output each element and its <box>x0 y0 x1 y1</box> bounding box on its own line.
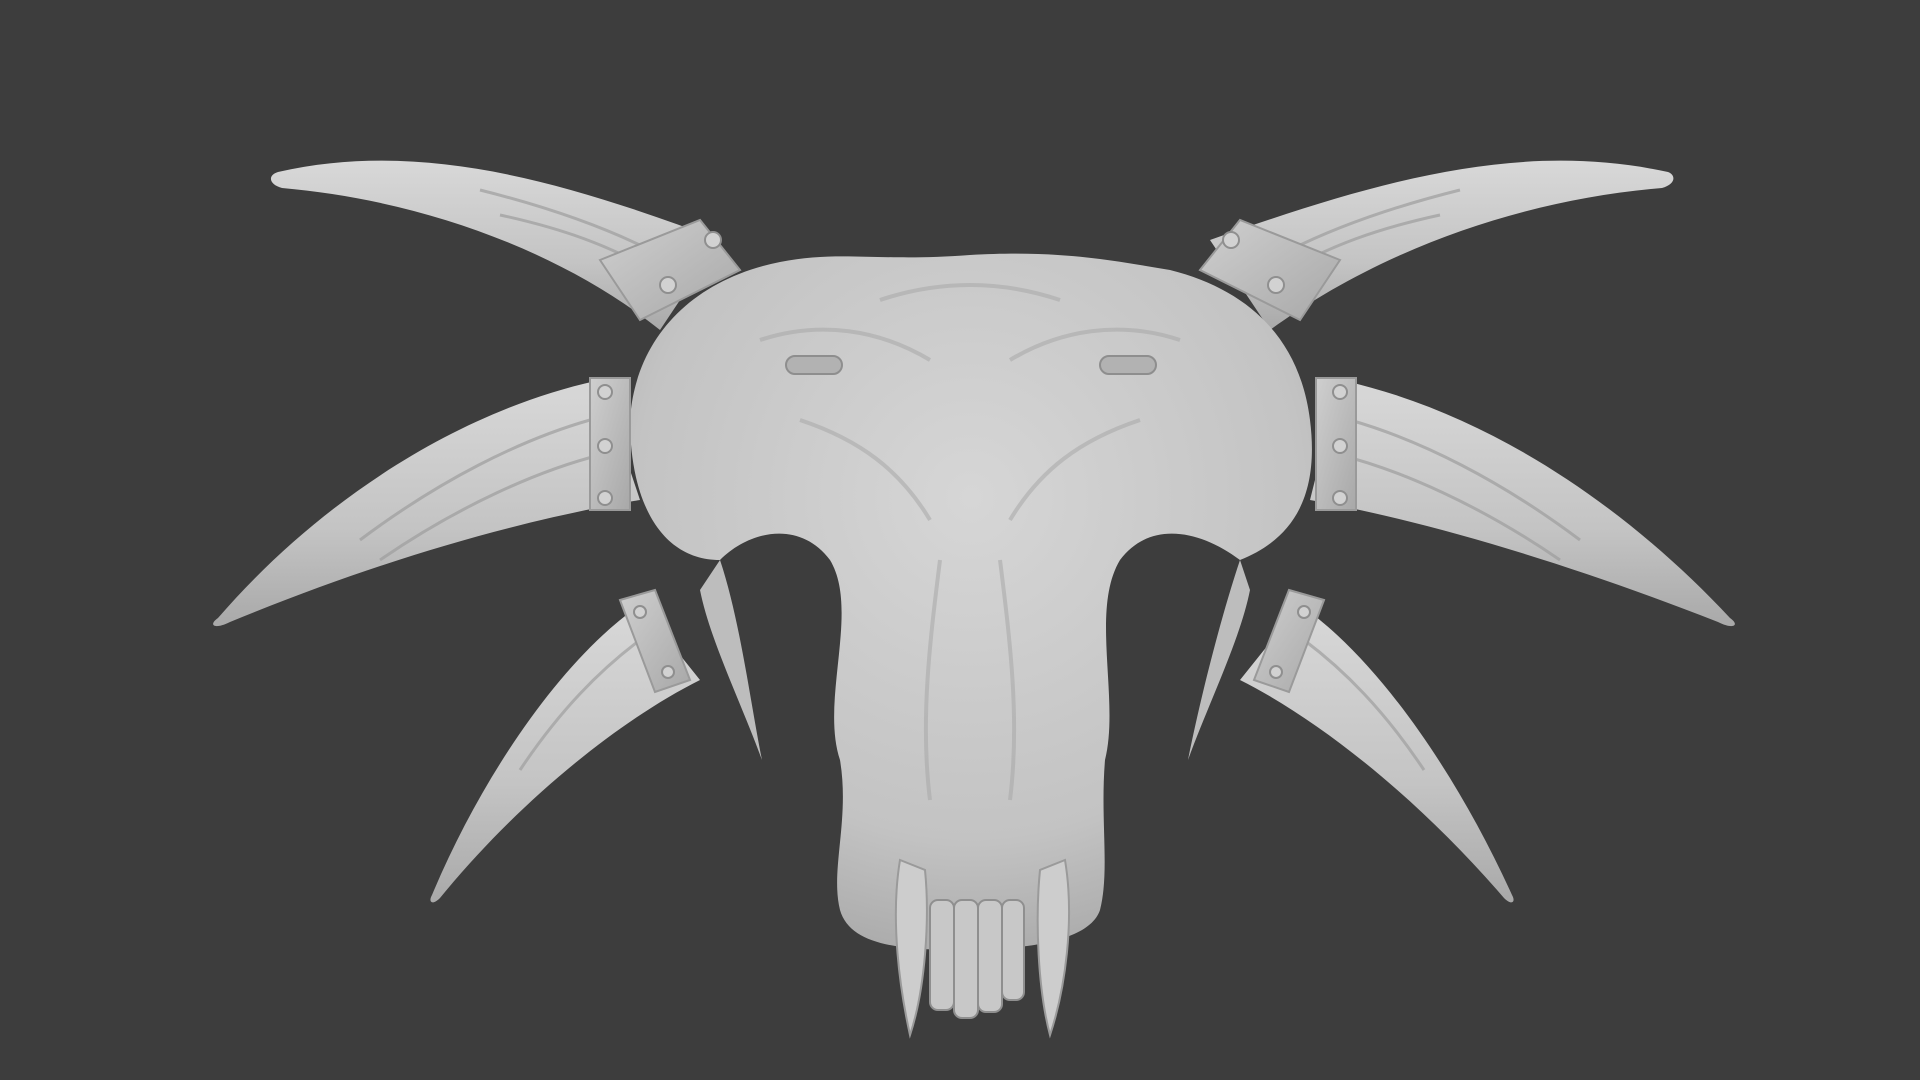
mask-model <box>213 160 1735 1039</box>
fang-left <box>894 858 928 1039</box>
right-cheek-spike <box>1188 560 1250 760</box>
3d-viewport[interactable] <box>0 0 1920 1080</box>
fang-right <box>1036 858 1071 1039</box>
left-cheek-spike <box>700 560 762 760</box>
horn-middle-left <box>213 380 640 627</box>
teeth <box>929 899 1025 1019</box>
mask-face <box>630 253 1312 951</box>
eye-slot-right <box>1099 355 1157 375</box>
eye-slot-left <box>785 355 843 375</box>
viewport-canvas[interactable] <box>0 0 1920 1080</box>
horn-middle-right <box>1310 380 1735 627</box>
